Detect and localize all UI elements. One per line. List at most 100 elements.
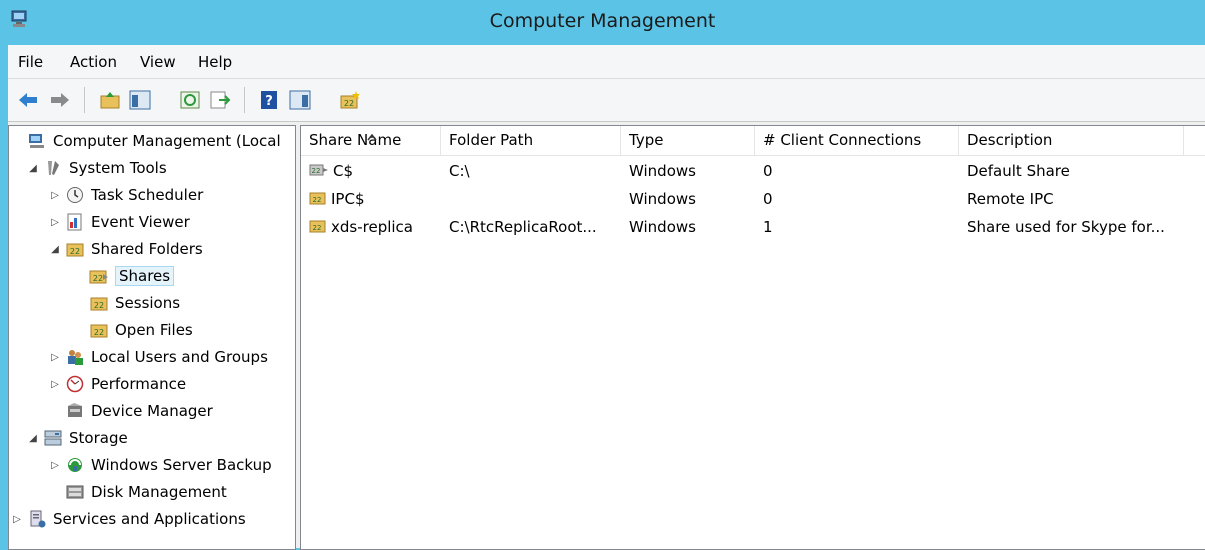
tree-label: Computer Management (Local [53,132,281,150]
column-label: Description [967,131,1053,149]
svg-text:22: 22 [313,196,322,204]
sort-indicator-icon [367,127,377,145]
shared-folder-icon: 22 [65,239,85,259]
tree-label: Services and Applications [53,510,246,528]
cell-type: Windows [629,190,696,208]
tree-item-windows-server-backup[interactable]: ▷ Windows Server Backup [49,452,272,478]
menu-bar: File Action View Help [8,45,1205,79]
svg-text:22: 22 [313,224,322,232]
menu-help[interactable]: Help [198,53,232,71]
tree-item-computer-management[interactable]: Computer Management (Local [11,128,281,154]
tree-item-device-manager[interactable]: Device Manager [65,398,213,424]
tree-item-event-viewer[interactable]: ▷ Event Viewer [49,209,190,235]
tree-item-sessions[interactable]: 22 Sessions [89,290,180,316]
cell-folder-path: C:\RtcReplicaRoot... [449,218,597,236]
tree-label: Performance [91,375,187,393]
svg-text:22: 22 [70,247,80,256]
menu-file[interactable]: File [18,53,43,71]
table-row[interactable]: 22 xds-replica C:\RtcReplicaRoot... Windo… [301,213,1205,241]
column-header-folder-path[interactable]: Folder Path [441,126,621,155]
users-icon [65,347,85,367]
computer-management-icon [27,131,47,151]
tree-label: Open Files [115,321,193,339]
window-title: Computer Management [489,10,716,32]
show-hide-console-tree-icon[interactable] [128,88,152,112]
open-files-icon: 22 [89,320,109,340]
cell-folder-path [441,185,621,213]
share-name-text: C$ [333,162,354,180]
table-row[interactable]: 22 IPC$ Windows 0 Remote IPC [301,185,1205,213]
share-name-text: xds-replica [331,218,413,236]
shares-list-view[interactable]: Share Name Folder Path Type # Client Con… [300,125,1205,550]
collapse-arrow-icon[interactable]: ◢ [27,433,39,444]
tree-item-shared-folders[interactable]: ◢ 22 Shared Folders [49,236,203,262]
export-list-icon[interactable] [208,88,232,112]
cell-share-name: 22 IPC$ [301,185,441,213]
tree-label: Sessions [115,294,181,312]
help-icon[interactable]: ? [258,88,282,112]
toolbar-separator [84,87,85,113]
svg-text:22: 22 [94,301,104,310]
tree-item-open-files[interactable]: 22 Open Files [89,317,193,343]
tree-label: System Tools [69,159,167,177]
tree-label: Disk Management [91,483,227,501]
admin-share-icon: 22 [309,158,329,186]
svg-text:22: 22 [94,328,104,337]
storage-icon [43,428,63,448]
menu-view[interactable]: View [140,53,176,71]
back-arrow-icon[interactable] [16,88,40,112]
list-header: Share Name Folder Path Type # Client Con… [301,126,1205,156]
show-hide-action-pane-icon[interactable] [288,88,312,112]
refresh-icon[interactable] [178,88,202,112]
backup-icon [65,455,85,475]
cell-folder-path: C:\ [449,162,470,180]
cell-description: Share used for Skype for... [967,218,1165,236]
expand-arrow-icon[interactable]: ▷ [49,460,61,471]
window-frame: File Action View Help ? 22 Computer Mana… [8,45,1205,550]
console-tree[interactable]: Computer Management (Local ◢ System Tool… [8,125,296,550]
cell-client-connections: 0 [763,190,773,208]
collapse-arrow-icon[interactable]: ◢ [27,163,39,174]
tree-label: Shared Folders [91,240,203,258]
cell-description: Remote IPC [967,190,1054,208]
cell-share-name: 22 xds-replica [301,213,441,241]
expand-arrow-icon[interactable]: ▷ [49,190,61,201]
tree-item-system-tools[interactable]: ◢ System Tools [27,155,167,181]
tree-item-local-users-and-groups[interactable]: ▷ Local Users and Groups [49,344,268,370]
clock-icon [65,185,85,205]
cell-share-name: 22 C$ [301,157,441,185]
svg-text:?: ? [265,94,273,109]
device-manager-icon [65,401,85,421]
tree-label: Local Users and Groups [91,348,268,366]
expand-arrow-icon[interactable]: ▷ [11,514,23,525]
tree-item-shares[interactable]: 22 Shares [89,263,175,289]
column-header-type[interactable]: Type [621,126,755,155]
column-header-client-connections[interactable]: # Client Connections [755,126,959,155]
tree-label: Device Manager [91,402,213,420]
collapse-arrow-icon[interactable]: ◢ [49,244,61,255]
shared-folder-icon: 22 [309,214,327,242]
tree-item-task-scheduler[interactable]: ▷ Task Scheduler [49,182,203,208]
expand-arrow-icon[interactable]: ▷ [49,352,61,363]
menu-action[interactable]: Action [70,53,117,71]
services-icon [27,509,47,529]
table-row[interactable]: 22 C$ C:\ Windows 0 Default Share [301,157,1205,185]
tree-item-performance[interactable]: ▷ Performance [49,371,186,397]
up-folder-icon[interactable] [98,88,122,112]
forward-arrow-icon[interactable] [48,88,72,112]
tree-item-disk-management[interactable]: Disk Management [65,479,227,505]
performance-icon [65,374,85,394]
new-share-icon[interactable]: 22 [338,88,362,112]
tree-label: Task Scheduler [91,186,204,204]
column-label: Folder Path [449,131,534,149]
column-label: Type [629,131,664,149]
tree-item-services-and-applications[interactable]: ▷ Services and Applications [11,506,246,532]
tree-item-storage[interactable]: ◢ Storage [27,425,128,451]
column-header-description[interactable]: Description [959,126,1184,155]
expand-arrow-icon[interactable]: ▷ [49,217,61,228]
tree-label: Shares [115,266,175,286]
cell-description: Default Share [967,162,1070,180]
expand-arrow-icon[interactable]: ▷ [49,379,61,390]
sessions-icon: 22 [89,293,109,313]
tree-label: Windows Server Backup [91,456,272,474]
